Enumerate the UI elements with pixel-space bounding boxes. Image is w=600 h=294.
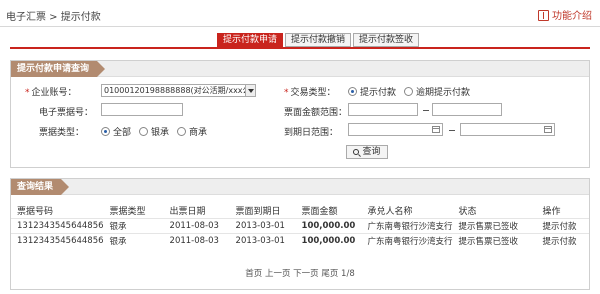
status-cell: 提示售票已签收 — [452, 232, 537, 248]
table-row: 1312343545644856 银承 2011-08-03 2013-03-0… — [11, 217, 589, 233]
issue-date-cell: 2011-08-03 — [163, 217, 230, 233]
acceptor-cell: 广东南粤银行沙湾支行 — [361, 217, 453, 233]
calendar-icon[interactable] — [432, 126, 440, 133]
help-label: 功能介绍 — [552, 11, 592, 22]
amount-cell: 100,000.00 — [295, 217, 362, 233]
trade-type-radio-overdue[interactable]: 逾期提示付款 — [404, 85, 470, 98]
col-amount: 票面金额 — [301, 206, 338, 217]
query-panel-header: 提示付款申请查询 — [11, 61, 589, 77]
due-from-input[interactable] — [348, 123, 443, 136]
tab-underline — [10, 47, 590, 49]
table-row: 1312343545644856 银承 2011-08-03 2013-03-0… — [11, 232, 589, 248]
bill-type-radio-group: 全部 银承 商承 — [101, 125, 211, 138]
breadcrumb: 电子汇票 > 提示付款 — [6, 12, 101, 23]
due-date-cell: 2013-03-01 — [229, 232, 296, 248]
action-link[interactable]: 提示付款 — [536, 217, 589, 233]
col-acceptor: 承兑人名称 — [367, 206, 413, 217]
pagination[interactable]: 首页 上一页 下一页 尾页 1/8 — [11, 267, 589, 279]
draft-no-link[interactable]: 1312343545644856 — [11, 217, 104, 233]
results-table: 票据号码 票据类型 出票日期 票面到期日 票面金额 承兑人名称 状态 操作 13… — [11, 203, 589, 248]
radio-icon — [139, 127, 149, 136]
bill-type-label: 票据类型： — [39, 128, 85, 138]
amount-to-input[interactable] — [432, 103, 502, 116]
col-action: 操作 — [542, 206, 561, 217]
acceptor-cell: 广东南粤银行沙湾支行 — [361, 232, 453, 248]
search-icon — [353, 149, 360, 155]
book-icon — [538, 10, 549, 21]
range-dash — [449, 130, 455, 131]
tab-payment-revoke[interactable]: 提示付款撤销 — [285, 33, 352, 47]
due-to-input[interactable] — [460, 123, 555, 136]
due-date-cell: 2013-03-01 — [229, 217, 296, 233]
help-link[interactable]: 功能介绍 — [538, 7, 592, 22]
results-panel-title: 查询结果 — [11, 179, 70, 195]
tab-payment-sign[interactable]: 提示付款签收 — [353, 33, 420, 47]
query-button[interactable]: 查询 — [346, 145, 388, 159]
bill-type-radio-commercial[interactable]: 商承 — [177, 125, 207, 138]
amount-from-input[interactable] — [348, 103, 418, 116]
account-label: * 企业账号： — [25, 88, 77, 98]
tab-payment-request[interactable]: 提示付款申请 — [217, 33, 284, 47]
bill-type-radio-all[interactable]: 全部 — [101, 125, 131, 138]
radio-icon — [348, 87, 357, 96]
query-panel-title: 提示付款申请查询 — [11, 61, 106, 77]
draft-no-input[interactable] — [101, 103, 183, 116]
top-bar: 电子汇票 > 提示付款 功能介绍 — [0, 0, 600, 27]
amount-cell: 100,000.00 — [295, 232, 362, 248]
radio-icon — [404, 87, 414, 96]
status-cell: 提示售票已签收 — [452, 217, 537, 233]
account-value: 01000120198888888(对公活期/xxx公 — [104, 86, 251, 95]
radio-icon — [177, 127, 187, 136]
trade-type-radio-group: 提示付款 逾期提示付款 — [348, 85, 474, 98]
bill-type-cell: 银承 — [103, 217, 164, 233]
query-panel: 提示付款申请查询 * 企业账号： 01000120198888888(对公活期/x… — [10, 60, 590, 168]
col-due-date: 票面到期日 — [235, 206, 281, 217]
results-panel-header: 查询结果 — [11, 179, 589, 195]
amount-range-label: 票面金额范围： — [284, 108, 348, 118]
issue-date-cell: 2011-08-03 — [163, 232, 230, 248]
col-bill-type: 票据类型 — [109, 206, 146, 217]
due-range-label: 到期日范围： — [284, 128, 339, 138]
col-status: 状态 — [458, 206, 477, 217]
col-draft-no: 票据号码 — [17, 206, 54, 217]
draft-no-label: 电子票据号： — [39, 108, 94, 118]
calendar-icon[interactable] — [544, 126, 552, 133]
table-header-row: 票据号码 票据类型 出票日期 票面到期日 票面金额 承兑人名称 状态 操作 — [11, 203, 589, 218]
radio-icon — [101, 127, 110, 136]
account-select[interactable]: 01000120198888888(对公活期/xxx公 — [101, 84, 256, 97]
tab-bar: 提示付款申请 提示付款撤销 提示付款签收 — [217, 33, 420, 47]
bill-type-cell: 银承 — [103, 232, 164, 248]
chevron-down-icon — [245, 85, 255, 96]
range-dash — [423, 110, 429, 111]
bill-type-radio-bank[interactable]: 银承 — [139, 125, 169, 138]
trade-type-label: * 交易类型： — [284, 88, 336, 98]
col-issue-date: 出票日期 — [169, 206, 206, 217]
trade-type-radio-normal[interactable]: 提示付款 — [348, 85, 396, 98]
draft-no-link[interactable]: 1312343545644856 — [11, 232, 104, 248]
results-panel: 查询结果 票据号码 票据类型 出票日期 票面到期日 票面金额 承兑人名称 状态 … — [10, 178, 590, 290]
action-link[interactable]: 提示付款 — [536, 232, 589, 248]
